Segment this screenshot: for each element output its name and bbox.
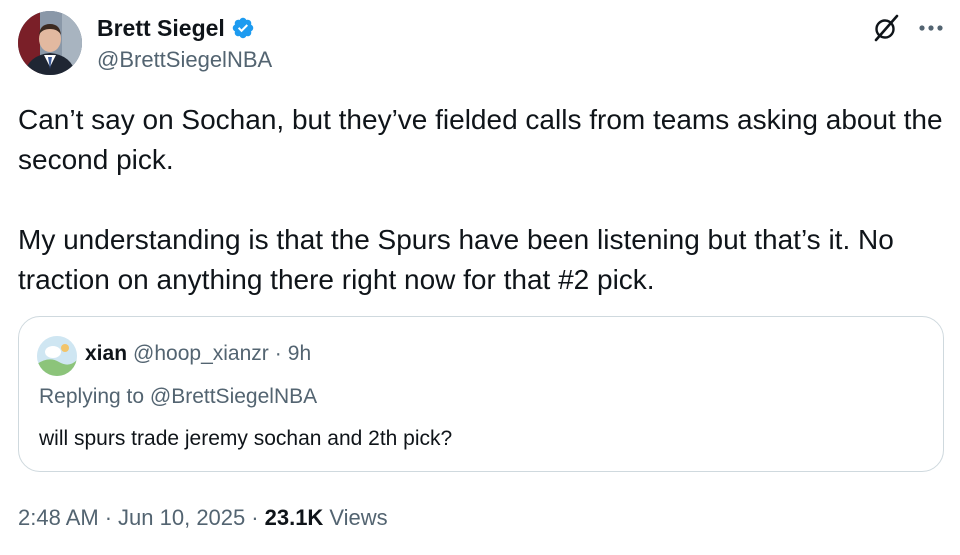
tweet-meta: 2:48 AM · Jun 10, 2025 · 23.1K Views (18, 505, 388, 531)
quoted-handle[interactable]: @hoop_xianzr (133, 342, 269, 366)
more-options-button[interactable] (914, 12, 948, 44)
verified-badge-icon (232, 17, 254, 39)
author-handle[interactable]: @BrettSiegelNBA (97, 47, 272, 73)
views-label: Views (329, 505, 388, 530)
separator-dot: · (104, 505, 113, 530)
author-name-row[interactable]: Brett Siegel (97, 13, 255, 43)
quoted-header: xian @hoop_xianzr · 9h (85, 342, 311, 366)
quoted-author-avatar[interactable] (37, 336, 77, 376)
separator-dot: · (251, 505, 259, 530)
tweet-time[interactable]: 2:48 AM (18, 505, 99, 531)
separator-dot: · (274, 342, 282, 365)
grok-button[interactable] (870, 12, 902, 44)
grok-icon (874, 14, 899, 42)
tweet-date[interactable]: Jun 10, 2025 (118, 505, 245, 531)
quoted-tweet[interactable]: xian @hoop_xianzr · 9h Replying to @Bret… (18, 316, 944, 472)
views-count: 23.1K (264, 505, 324, 530)
replying-to: Replying to @BrettSiegelNBA (39, 385, 318, 408)
avatar-image (37, 336, 77, 376)
author-avatar[interactable] (18, 11, 82, 75)
quoted-text: will spurs trade jeremy sochan and 2th p… (39, 427, 453, 450)
quoted-display-name[interactable]: xian (85, 342, 127, 366)
tweet-text: Can’t say on Sochan, but they’ve fielded… (18, 100, 943, 300)
tweet-paragraph: Can’t say on Sochan, but they’ve fielded… (18, 104, 943, 175)
tweet-paragraph: My understanding is that the Spurs have … (18, 224, 894, 295)
tweet-card: Brett Siegel @BrettSiegelNBA Can’t say o… (0, 0, 960, 555)
author-display-name[interactable]: Brett Siegel (97, 15, 225, 42)
quoted-timestamp[interactable]: 9h (288, 342, 311, 366)
more-horizontal-icon (919, 25, 943, 31)
avatar-image (18, 11, 82, 75)
